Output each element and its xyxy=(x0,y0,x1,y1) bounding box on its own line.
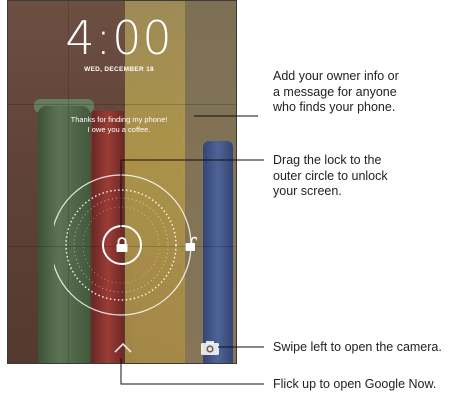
callout-line: a message for anyone xyxy=(273,84,397,99)
callout-line: Swipe left to open the camera. xyxy=(273,340,442,354)
callout-google-now: Flick up to open Google Now. xyxy=(273,377,436,393)
callout-leaders xyxy=(120,115,264,385)
callout-line: your screen. xyxy=(273,184,342,198)
callout-unlock: Drag the lock to the outer circle to unl… xyxy=(273,153,388,200)
callout-line: Drag the lock to the xyxy=(273,153,382,167)
callout-line: who finds your phone. xyxy=(273,100,396,114)
callout-camera: Swipe left to open the camera. xyxy=(273,340,442,356)
callout-line: outer circle to unlock xyxy=(273,168,388,183)
callout-owner-info: Add your owner info or a message for any… xyxy=(273,69,399,116)
callout-line: Add your owner info or xyxy=(273,69,399,83)
callout-line: Flick up to open Google Now. xyxy=(273,377,437,391)
